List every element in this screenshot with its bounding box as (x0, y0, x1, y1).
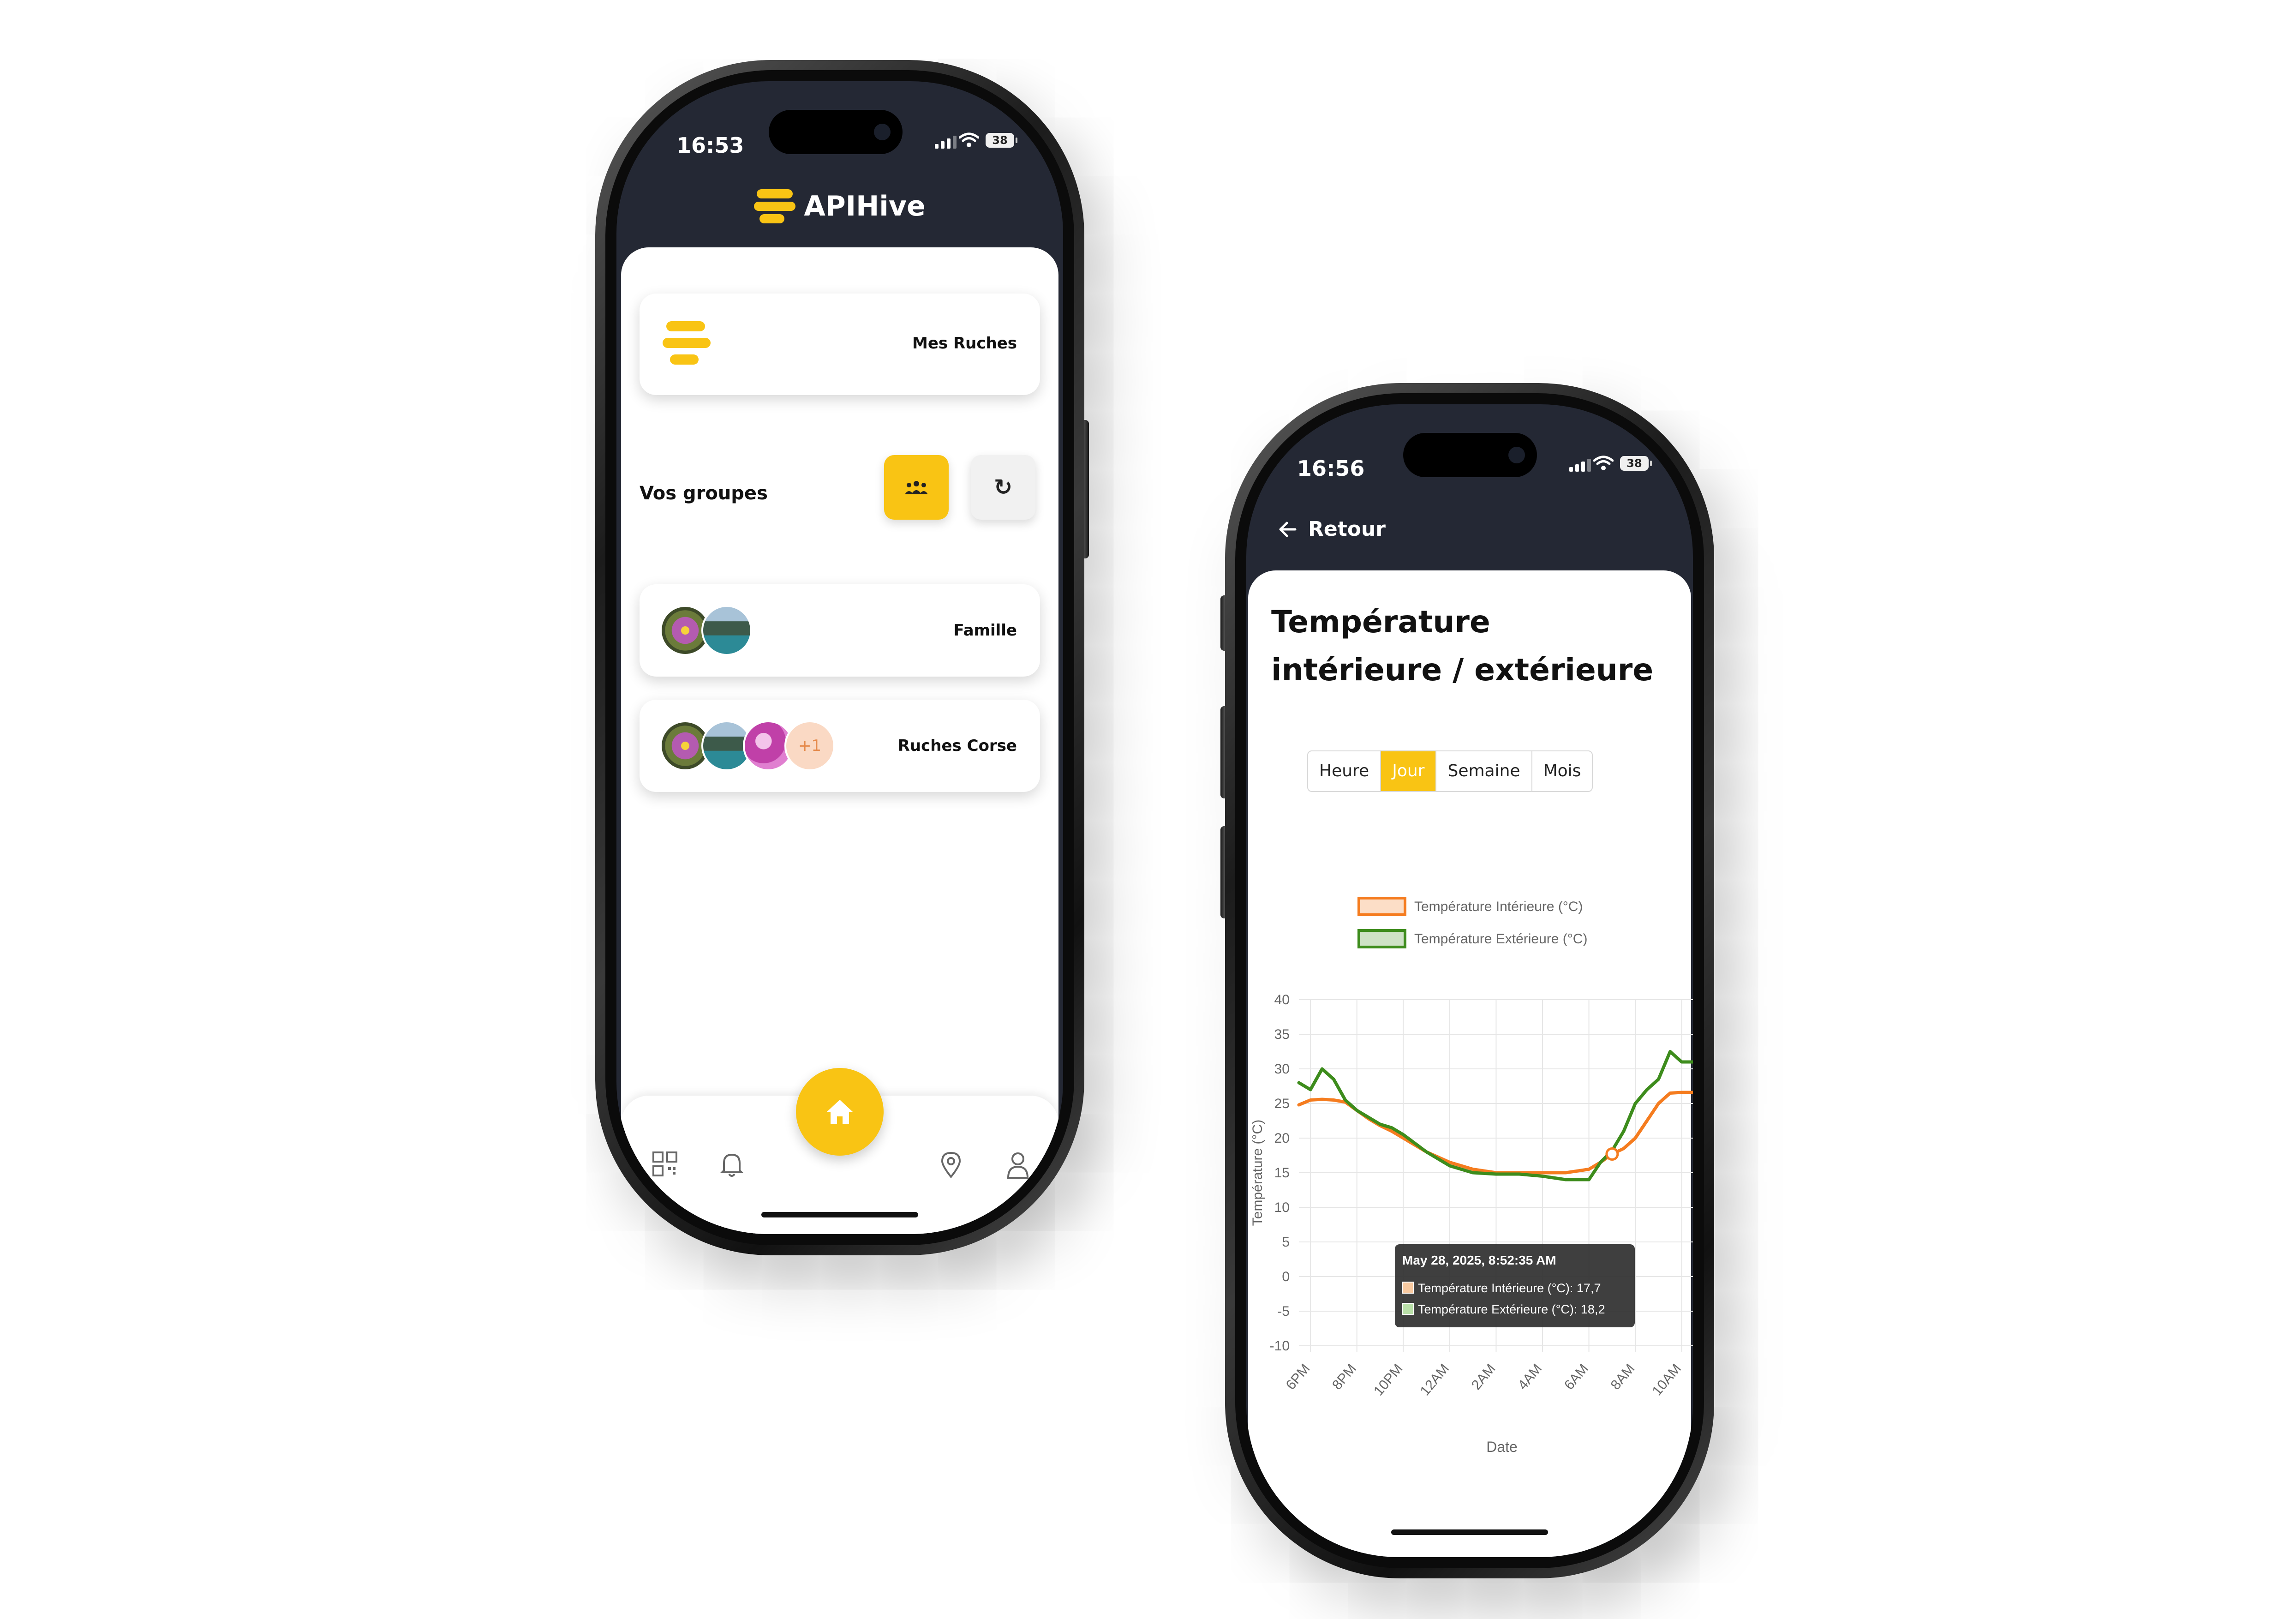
tab-heure[interactable]: Heure (1308, 751, 1381, 791)
wifi-icon (959, 132, 979, 147)
refresh-icon: ↻ (993, 474, 1013, 500)
temperature-chart[interactable]: Température Intérieure (°C) Température E… (1248, 857, 1693, 1466)
group-card-ruches-corse[interactable]: +1 Ruches Corse (640, 700, 1040, 792)
back-button[interactable]: Retour (1279, 517, 1386, 541)
app-name: APIHive (804, 190, 926, 222)
tooltip-exterior: Température Extérieure (°C): 18,2 (1418, 1302, 1605, 1316)
refresh-button[interactable]: ↻ (971, 455, 1035, 520)
x-tick-label: 6AM (1561, 1361, 1591, 1392)
group-card-famille[interactable]: Famille (640, 584, 1040, 677)
chart-title: Température intérieure / extérieure (1271, 604, 1654, 688)
y-tick-label: 5 (1282, 1235, 1290, 1250)
home-indicator (1391, 1529, 1548, 1535)
y-tick-label: 0 (1282, 1269, 1290, 1284)
group-people-icon (905, 481, 928, 494)
tab-jour[interactable]: Jour (1381, 751, 1437, 791)
groups-button[interactable] (884, 455, 949, 520)
home-button[interactable] (796, 1068, 884, 1156)
legend-swatch (1357, 929, 1406, 948)
home-icon (827, 1100, 853, 1124)
x-tick-label: 2AM (1469, 1361, 1499, 1392)
group-avatar (701, 605, 752, 656)
y-tick-label: 10 (1274, 1200, 1290, 1215)
chart-content: Température intérieure / extérieure Heur… (1248, 570, 1693, 1557)
wifi-icon (1593, 456, 1614, 470)
y-tick-label: 25 (1274, 1096, 1290, 1111)
apihive-logo-icon (754, 187, 796, 225)
x-axis-title: Date (1486, 1439, 1518, 1455)
phone-home-screen: 16:53 38 APIHive Mes Ruches Vos groupes … (595, 60, 1089, 1255)
x-tick-label: 12AM (1417, 1361, 1453, 1398)
back-label: Retour (1308, 517, 1386, 541)
x-tick-label: 8PM (1329, 1361, 1359, 1392)
hive-logo-icon (663, 321, 713, 367)
legend-label: Température Intérieure (°C) (1414, 899, 1583, 914)
legend-label: Température Extérieure (°C) (1414, 931, 1587, 947)
dynamic-island (1403, 433, 1537, 477)
x-tick-label: 8AM (1608, 1361, 1638, 1392)
status-time: 16:56 (1297, 456, 1365, 481)
tab-semaine[interactable]: Semaine (1436, 751, 1532, 791)
y-axis-title: Température (°C) (1250, 1120, 1265, 1226)
signal-icon (935, 136, 957, 149)
status-time: 16:53 (676, 133, 744, 158)
tooltip-swatch (1402, 1282, 1414, 1294)
y-tick-label: -5 (1277, 1304, 1290, 1319)
app-header: APIHive (616, 187, 1063, 225)
tooltip-interior: Température Intérieure (°C): 17,7 (1418, 1281, 1601, 1295)
battery-icon: 38 (1620, 456, 1652, 471)
x-tick-label: 4AM (1515, 1361, 1545, 1392)
qr-code-icon[interactable] (649, 1151, 681, 1183)
status-bar: 16:53 38 (616, 81, 1063, 174)
dynamic-island (769, 110, 903, 154)
phone-screen: 16:53 38 APIHive Mes Ruches Vos groupes … (616, 81, 1063, 1234)
legend-swatch (1357, 897, 1406, 916)
bell-icon[interactable] (716, 1151, 748, 1183)
phone-chart-screen: 16:56 38 Retour Température intérieure /… (1220, 383, 1714, 1578)
group-name: Famille (953, 621, 1017, 640)
status-bar: 16:56 38 (1246, 404, 1693, 497)
tooltip-point (1605, 1147, 1619, 1161)
arrow-left-icon (1279, 522, 1297, 537)
tab-mois[interactable]: Mois (1532, 751, 1592, 791)
map-pin-icon[interactable] (935, 1151, 967, 1183)
y-tick-label: 20 (1274, 1131, 1290, 1146)
hives-card[interactable]: Mes Ruches (640, 294, 1040, 395)
group-name: Ruches Corse (897, 737, 1017, 755)
phone-screen: 16:56 38 Retour Température intérieure /… (1246, 404, 1693, 1557)
tooltip-title: May 28, 2025, 8:52:35 AM (1402, 1253, 1556, 1267)
y-tick-label: 15 (1274, 1165, 1290, 1181)
y-tick-label: 40 (1274, 992, 1290, 1007)
y-tick-label: 30 (1274, 1061, 1290, 1077)
x-tick-label: 10PM (1371, 1361, 1406, 1398)
user-icon[interactable] (1002, 1151, 1034, 1183)
tooltip-swatch (1402, 1303, 1414, 1315)
y-tick-label: 35 (1274, 1027, 1290, 1042)
battery-icon: 38 (986, 133, 1017, 148)
groups-title: Vos groupes (640, 483, 768, 504)
home-indicator (761, 1212, 918, 1217)
bottom-nav (621, 1068, 1058, 1234)
y-tick-label: -10 (1270, 1338, 1290, 1354)
period-tabs: Heure Jour Semaine Mois (1307, 750, 1593, 792)
signal-icon (1569, 459, 1591, 472)
x-tick-label: 6PM (1283, 1361, 1313, 1392)
hives-card-label: Mes Ruches (912, 334, 1017, 353)
more-members-badge: +1 (784, 720, 835, 771)
x-tick-label: 10AM (1649, 1361, 1684, 1398)
